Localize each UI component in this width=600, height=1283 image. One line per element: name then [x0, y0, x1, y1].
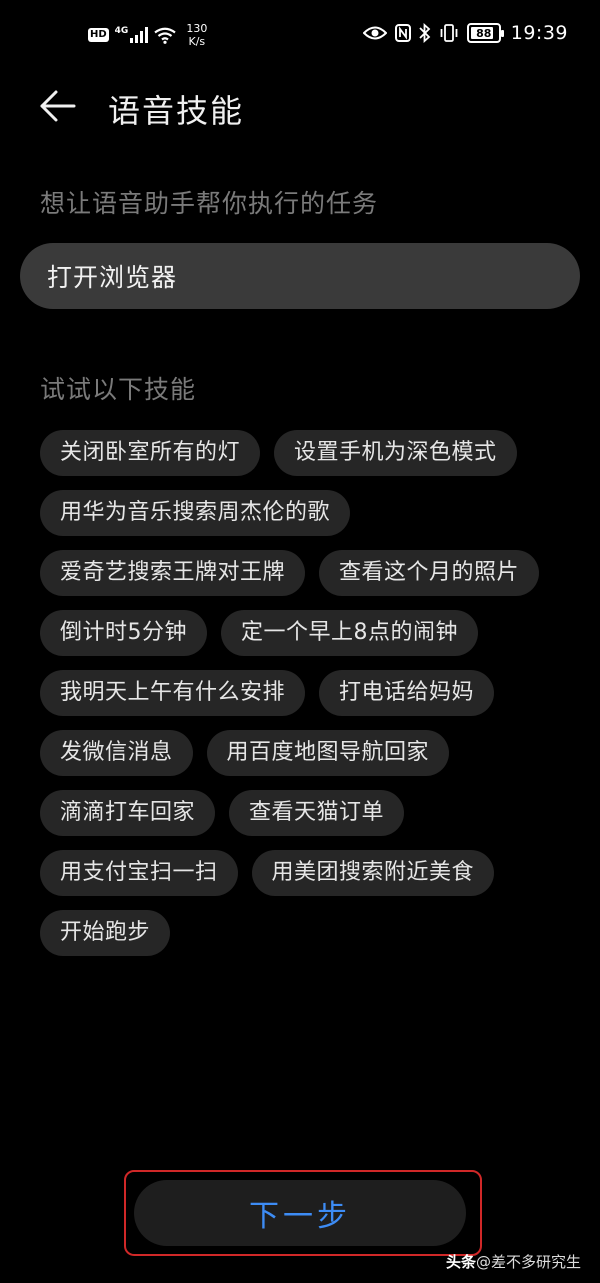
vibrate-icon [440, 24, 458, 42]
skill-chip[interactable]: 查看这个月的照片 [319, 550, 540, 596]
task-input[interactable] [20, 243, 580, 309]
bluetooth-icon [419, 23, 431, 43]
network-speed-unit: K/s [188, 35, 206, 48]
skill-chip[interactable]: 打电话给妈妈 [319, 670, 495, 716]
skill-chip-list: 关闭卧室所有的灯 设置手机为深色模式 用华为音乐搜索周杰伦的歌 爱奇艺搜索王牌对王牌查… [40, 430, 560, 956]
skill-chip[interactable]: 发微信消息 [40, 730, 193, 776]
skill-chip-row: 开始跑步 [40, 910, 560, 956]
battery-percent: 88 [476, 26, 492, 40]
status-bar: HD 4G 130 K/s 88 19:39 [0, 0, 600, 70]
skill-chip-row: 关闭卧室所有的灯 设置手机为深色模式 [40, 430, 560, 476]
hd-badge: HD [88, 28, 109, 42]
status-bar-right: 88 19:39 [362, 22, 568, 44]
watermark-handle: @差不多研究生 [476, 1253, 582, 1271]
skill-chip[interactable]: 用华为音乐搜索周杰伦的歌 [40, 490, 351, 536]
skills-section-label: 试试以下技能 [40, 375, 197, 404]
back-button[interactable] [36, 84, 80, 128]
battery-icon: 88 [466, 23, 504, 43]
skill-chip[interactable]: 定一个早上8点的闹钟 [221, 610, 478, 656]
skill-chip-row: 用支付宝扫一扫 用美团搜索附近美食 [40, 850, 560, 896]
skill-chip[interactable]: 设置手机为深色模式 [274, 430, 517, 476]
skill-chip[interactable]: 用百度地图导航回家 [206, 730, 450, 776]
eye-icon [362, 26, 387, 40]
header: 语音技能 [0, 78, 600, 138]
network-speed: 130 K/s [186, 22, 207, 48]
skill-chip[interactable]: 查看天猫订单 [229, 790, 405, 836]
skill-chip-row: 我明天上午有什么安排 打电话给妈妈 [40, 670, 560, 716]
network-type: 4G [114, 26, 129, 36]
skill-chip-row: 倒计时5分钟 定一个早上8点的闹钟 [40, 610, 560, 656]
network-speed-value: 130 [186, 22, 208, 35]
skill-chip-row: 发微信消息 用百度地图导航回家 [40, 730, 560, 776]
skill-chip[interactable]: 关闭卧室所有的灯 [40, 430, 261, 476]
page-title: 语音技能 [108, 92, 245, 130]
skill-chip[interactable]: 爱奇艺搜索王牌对王牌 [40, 550, 306, 596]
arrow-left-icon [40, 90, 76, 122]
watermark: 头条@差不多研究生 [446, 1251, 581, 1272]
skill-chip[interactable]: 用美团搜索附近美食 [251, 850, 495, 896]
skill-chip-row: 用华为音乐搜索周杰伦的歌 [40, 490, 560, 536]
skill-chip[interactable]: 我明天上午有什么安排 [40, 670, 306, 716]
skill-chip-row: 滴滴打车回家 查看天猫订单 [40, 790, 560, 836]
status-time: 19:39 [510, 22, 568, 44]
next-button[interactable]: 下一步 [134, 1180, 466, 1246]
signal-icon [130, 27, 149, 43]
nfc-icon [394, 24, 411, 42]
screen: HD 4G 130 K/s 88 19:39 语音技能 想让语音助手帮你执行的任… [0, 0, 600, 1283]
skill-chip[interactable]: 开始跑步 [40, 910, 171, 956]
wifi-icon [154, 27, 176, 44]
skill-chip[interactable]: 用支付宝扫一扫 [40, 850, 238, 896]
skill-chip-row: 爱奇艺搜索王牌对王牌 查看这个月的照片 [40, 550, 560, 596]
skill-chip[interactable]: 倒计时5分钟 [40, 610, 207, 656]
skill-chip[interactable]: 滴滴打车回家 [40, 790, 216, 836]
task-section-label: 想让语音助手帮你执行的任务 [40, 189, 379, 218]
status-bar-left: HD 4G 130 K/s [88, 22, 207, 48]
watermark-brand: 头条 [446, 1253, 477, 1271]
